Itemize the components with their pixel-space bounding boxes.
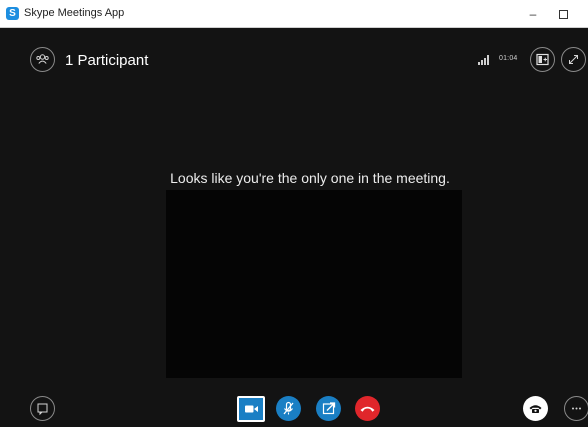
- fullscreen-button[interactable]: [561, 47, 586, 72]
- layout-button[interactable]: [530, 47, 555, 72]
- hang-up-icon: [360, 406, 375, 412]
- alone-in-meeting-message: Looks like you're the only one in the me…: [170, 170, 450, 186]
- minimize-button[interactable]: –: [519, 0, 547, 28]
- call-controls-button[interactable]: [523, 396, 548, 421]
- video-camera-icon: [245, 405, 258, 413]
- video-button[interactable]: [237, 396, 265, 422]
- chat-button[interactable]: [30, 396, 55, 421]
- window-title: Skype Meetings App: [24, 7, 125, 19]
- more-icon: [572, 407, 581, 410]
- share-content-button[interactable]: [316, 396, 341, 421]
- more-options-button[interactable]: [564, 396, 588, 421]
- expand-icon: [569, 55, 578, 64]
- signal-strength-icon: [478, 55, 489, 65]
- participants-button[interactable]: [30, 47, 55, 72]
- phone-icon: [529, 405, 542, 413]
- present-share-icon: [322, 402, 336, 415]
- video-stage: [166, 190, 462, 378]
- close-button[interactable]: ×: [578, 0, 588, 28]
- people-icon: [36, 54, 49, 64]
- skype-app-icon: S: [6, 7, 19, 20]
- layout-icon: [536, 53, 549, 66]
- title-bar: S Skype Meetings App – ×: [0, 0, 588, 28]
- meeting-window: S Skype Meetings App – × 1 Participant 0…: [0, 0, 588, 427]
- chat-icon: [37, 403, 48, 416]
- call-duration: 01:04: [499, 55, 518, 62]
- maximize-button[interactable]: [549, 0, 577, 28]
- microphone-muted-icon: [283, 401, 294, 415]
- maximize-icon: [558, 10, 568, 20]
- hang-up-button[interactable]: [355, 396, 380, 421]
- mute-button[interactable]: [276, 396, 301, 421]
- participant-count-label[interactable]: 1 Participant: [65, 52, 148, 69]
